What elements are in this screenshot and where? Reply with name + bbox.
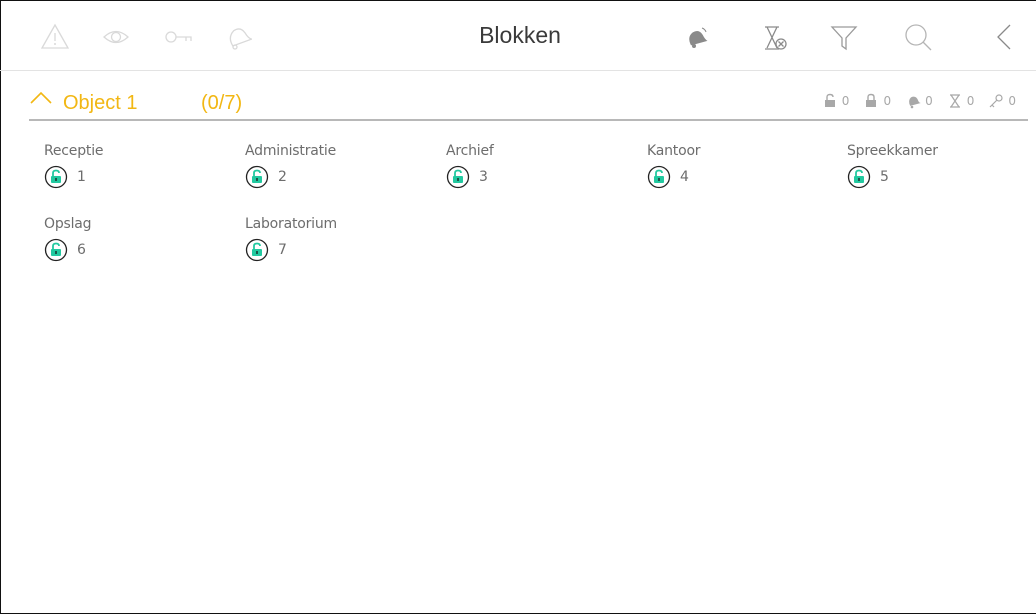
- stat-value: 0: [883, 94, 892, 108]
- unlocked-lock-icon[interactable]: [245, 238, 269, 262]
- unlocked-lock-icon[interactable]: [44, 165, 68, 189]
- block-item[interactable]: Spreekkamer 5: [847, 143, 1027, 203]
- stat-alarm: 0: [905, 93, 933, 109]
- group-count: (0/7): [201, 92, 243, 114]
- filter-icon[interactable]: [829, 22, 859, 52]
- stat-value: 0: [966, 94, 975, 108]
- stat-key: 0: [988, 93, 1016, 109]
- block-item[interactable]: Kantoor 4: [647, 143, 827, 203]
- stat-value: 0: [841, 94, 850, 108]
- search-icon[interactable]: [903, 22, 933, 52]
- eye-icon[interactable]: [101, 22, 131, 52]
- unlocked-lock-icon[interactable]: [647, 165, 671, 189]
- group-name: Object 1: [63, 92, 138, 114]
- block-number: 7: [278, 242, 287, 258]
- block-number: 4: [680, 169, 689, 185]
- block-item[interactable]: Administratie 2: [245, 143, 425, 203]
- block-name: Receptie: [44, 143, 104, 159]
- top-bar: Blokken: [0, 0, 1036, 71]
- timer-icon: [949, 94, 960, 108]
- block-name: Spreekkamer: [847, 143, 938, 159]
- timer-cancel-icon[interactable]: [759, 22, 789, 52]
- block-number: 1: [77, 169, 86, 185]
- block-name: Kantoor: [647, 143, 701, 159]
- block-item[interactable]: Receptie 1: [44, 143, 224, 203]
- group-header[interactable]: Object 1 (0/7) 0 0 0 0 0: [29, 83, 1028, 121]
- block-name: Laboratorium: [245, 216, 337, 232]
- chevron-up-icon[interactable]: [29, 89, 53, 105]
- bell-icon[interactable]: [222, 22, 254, 52]
- unlocked-lock-icon[interactable]: [44, 238, 68, 262]
- stat-unlocked: 0: [822, 93, 850, 109]
- block-number: 2: [278, 169, 287, 185]
- unlock-icon: [824, 93, 835, 107]
- warning-icon[interactable]: [40, 22, 70, 52]
- block-number: 3: [479, 169, 488, 185]
- block-item[interactable]: Archief 3: [446, 143, 626, 203]
- alarm-bell-icon[interactable]: [680, 22, 710, 52]
- stat-value: 0: [1008, 94, 1016, 108]
- page-title: Blokken: [479, 22, 561, 48]
- back-chevron-icon[interactable]: [990, 22, 1020, 52]
- alarm-icon: [909, 96, 921, 109]
- stat-timer: 0: [947, 93, 975, 109]
- block-name: Opslag: [44, 216, 92, 232]
- block-number: 5: [880, 169, 889, 185]
- block-item[interactable]: Opslag 6: [44, 216, 224, 276]
- key-icon[interactable]: [163, 22, 193, 52]
- key-icon: [989, 94, 1003, 108]
- unlocked-lock-icon[interactable]: [847, 165, 871, 189]
- unlocked-lock-icon[interactable]: [245, 165, 269, 189]
- lock-icon: [866, 93, 877, 107]
- block-item[interactable]: Laboratorium 7: [245, 216, 425, 276]
- block-name: Administratie: [245, 143, 337, 159]
- group-stats: 0 0 0 0 0: [822, 93, 1016, 109]
- block-number: 6: [77, 242, 86, 258]
- unlocked-lock-icon[interactable]: [446, 165, 470, 189]
- stat-locked: 0: [863, 93, 891, 109]
- block-name: Archief: [446, 143, 494, 159]
- stat-value: 0: [925, 94, 933, 108]
